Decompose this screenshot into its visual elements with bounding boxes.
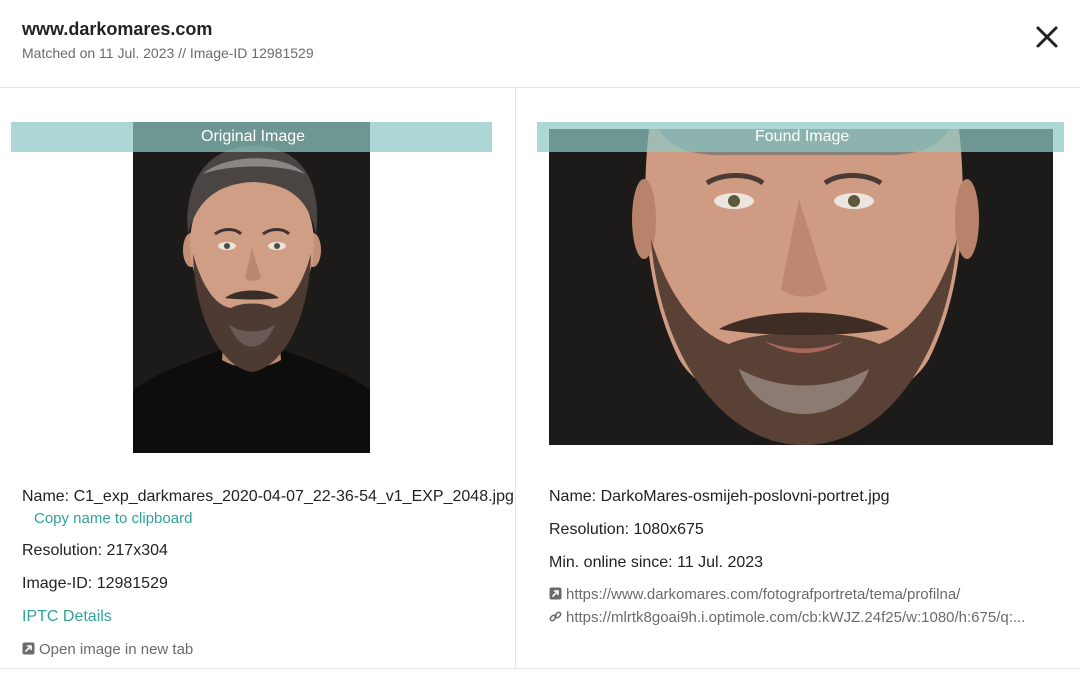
found-resolution: Resolution: 1080x675 [549, 521, 704, 538]
site-title: www.darkomares.com [22, 19, 213, 39]
original-image-banner: Original Image [11, 122, 492, 152]
found-image-banner: Found Image [537, 122, 1064, 152]
external-link-icon [22, 642, 35, 655]
page-url: https://www.darkomares.com/fotografportr… [566, 586, 961, 603]
open-in-new-tab-link[interactable]: Open image in new tab [22, 641, 193, 658]
page-url-link[interactable]: https://www.darkomares.com/fotografportr… [549, 586, 960, 603]
found-image[interactable] [549, 129, 1053, 445]
chain-link-icon [549, 610, 562, 623]
open-in-new-tab-label: Open image in new tab [39, 641, 194, 658]
original-image[interactable] [133, 122, 370, 453]
banner-label: Original Image [201, 128, 306, 145]
match-info: Matched on 11 Jul. 2023 // Image-ID 1298… [22, 45, 314, 61]
original-image-id: Image-ID: 12981529 [22, 575, 168, 592]
original-image-panel: Original Image Name: C1_exp_darkmares_20… [0, 88, 515, 668]
original-resolution: Resolution: 217x304 [22, 542, 168, 559]
image-url-link[interactable]: https://mlrtk8goai9h.i.optimole.com/cb:k… [549, 609, 1025, 626]
copy-name-link[interactable]: Copy name to clipboard [34, 510, 192, 527]
image-url: https://mlrtk8goai9h.i.optimole.com/cb:k… [566, 609, 1026, 626]
close-button[interactable] [1034, 24, 1060, 50]
found-file-name: Name: DarkoMares-osmijeh-poslovni-portre… [549, 488, 890, 505]
online-since: Min. online since: 11 Jul. 2023 [549, 554, 764, 571]
close-icon [1034, 24, 1060, 50]
iptc-details-link[interactable]: IPTC Details [22, 608, 112, 626]
bottom-divider [0, 668, 1080, 669]
external-link-icon [549, 587, 562, 600]
found-image-panel: Found Image Name: DarkoMares-osmijeh-pos… [516, 88, 1080, 668]
banner-label: Found Image [755, 128, 850, 145]
original-file-name: Name: C1_exp_darkmares_2020-04-07_22-36-… [22, 488, 514, 505]
match-header: www.darkomares.com Matched on 11 Jul. 20… [0, 0, 1080, 88]
